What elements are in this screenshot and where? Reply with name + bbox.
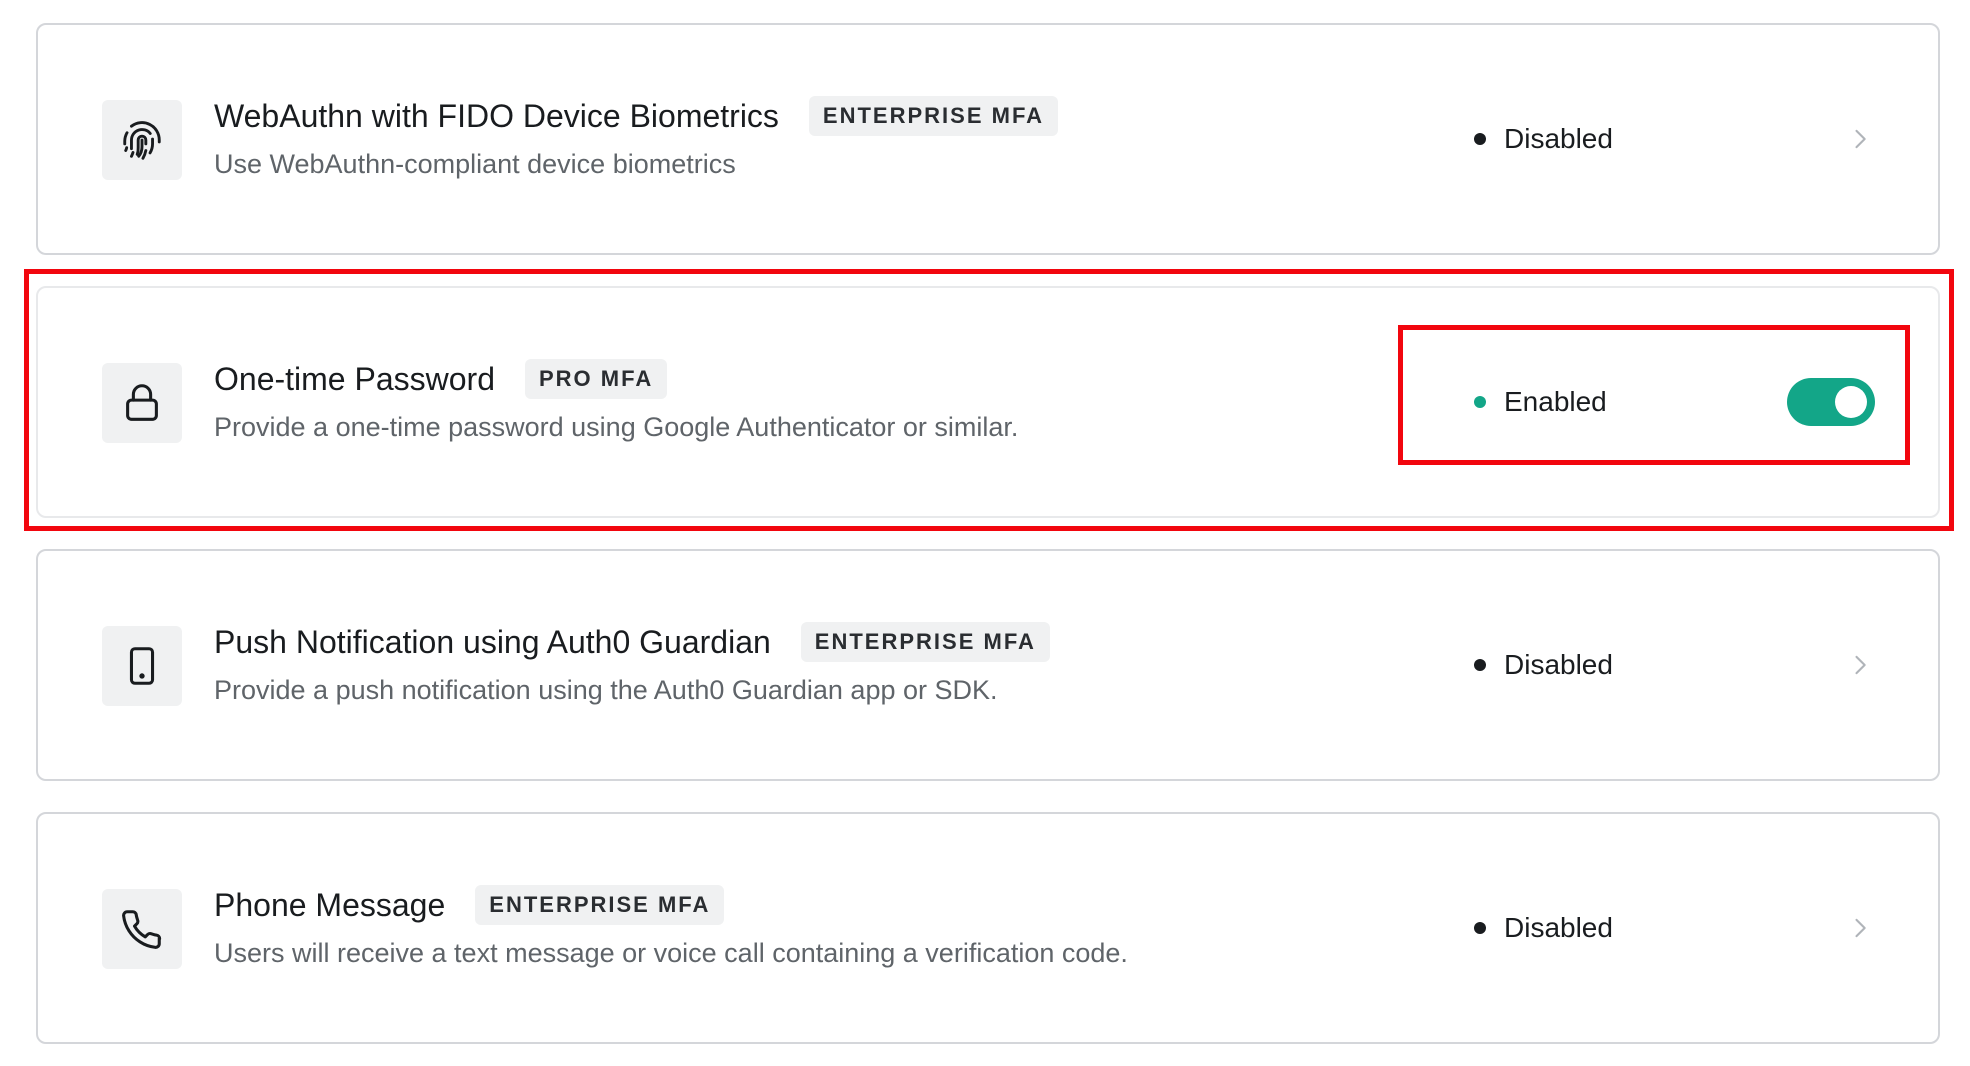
status-indicator: Disabled — [1474, 645, 1613, 685]
factor-title: Phone Message — [214, 886, 446, 923]
status-indicator: Disabled — [1474, 908, 1613, 948]
status-label: Enabled — [1504, 386, 1607, 417]
status-dot — [1474, 396, 1486, 408]
factor-card-webauthn[interactable]: WebAuthn with FIDO Device Biometrics ENT… — [36, 23, 1940, 255]
enable-toggle[interactable] — [1787, 378, 1875, 426]
factor-description: Use WebAuthn-compliant device biometrics — [214, 149, 736, 179]
status-dot — [1474, 133, 1486, 145]
chevron-right-icon[interactable] — [1846, 914, 1874, 942]
factor-description: Users will receive a text message or voi… — [214, 938, 1128, 968]
chevron-right-icon[interactable] — [1846, 651, 1874, 679]
plan-badge: ENTERPRISE MFA — [800, 622, 1050, 662]
factor-card-phone[interactable]: Phone Message ENTERPRISE MFA Users will … — [36, 812, 1940, 1044]
status-dot — [1474, 922, 1486, 934]
factor-title: Push Notification using Auth0 Guardian — [214, 623, 771, 660]
factor-card-otp[interactable]: One-time Password PRO MFA Provide a one-… — [36, 286, 1940, 518]
plan-badge: PRO MFA — [524, 359, 668, 399]
status-indicator: Disabled — [1474, 119, 1613, 159]
chevron-right-icon[interactable] — [1846, 125, 1874, 153]
phone-icon — [102, 889, 182, 969]
factor-title: WebAuthn with FIDO Device Biometrics — [214, 97, 779, 134]
status-indicator: Enabled — [1474, 382, 1607, 422]
status-dot — [1474, 659, 1486, 671]
fingerprint-icon — [102, 100, 182, 180]
mobile-device-icon — [102, 626, 182, 706]
status-label: Disabled — [1504, 123, 1613, 154]
factor-title: One-time Password — [214, 360, 495, 397]
status-label: Disabled — [1504, 912, 1613, 943]
factor-description: Provide a one-time password using Google… — [214, 412, 1019, 442]
status-label: Disabled — [1504, 649, 1613, 680]
toggle-knob — [1835, 386, 1867, 418]
plan-badge: ENTERPRISE MFA — [808, 96, 1059, 136]
factor-card-push[interactable]: Push Notification using Auth0 Guardian E… — [36, 549, 1940, 781]
plan-badge: ENTERPRISE MFA — [475, 885, 725, 925]
factor-description: Provide a push notification using the Au… — [214, 675, 998, 705]
lock-icon — [102, 363, 182, 443]
